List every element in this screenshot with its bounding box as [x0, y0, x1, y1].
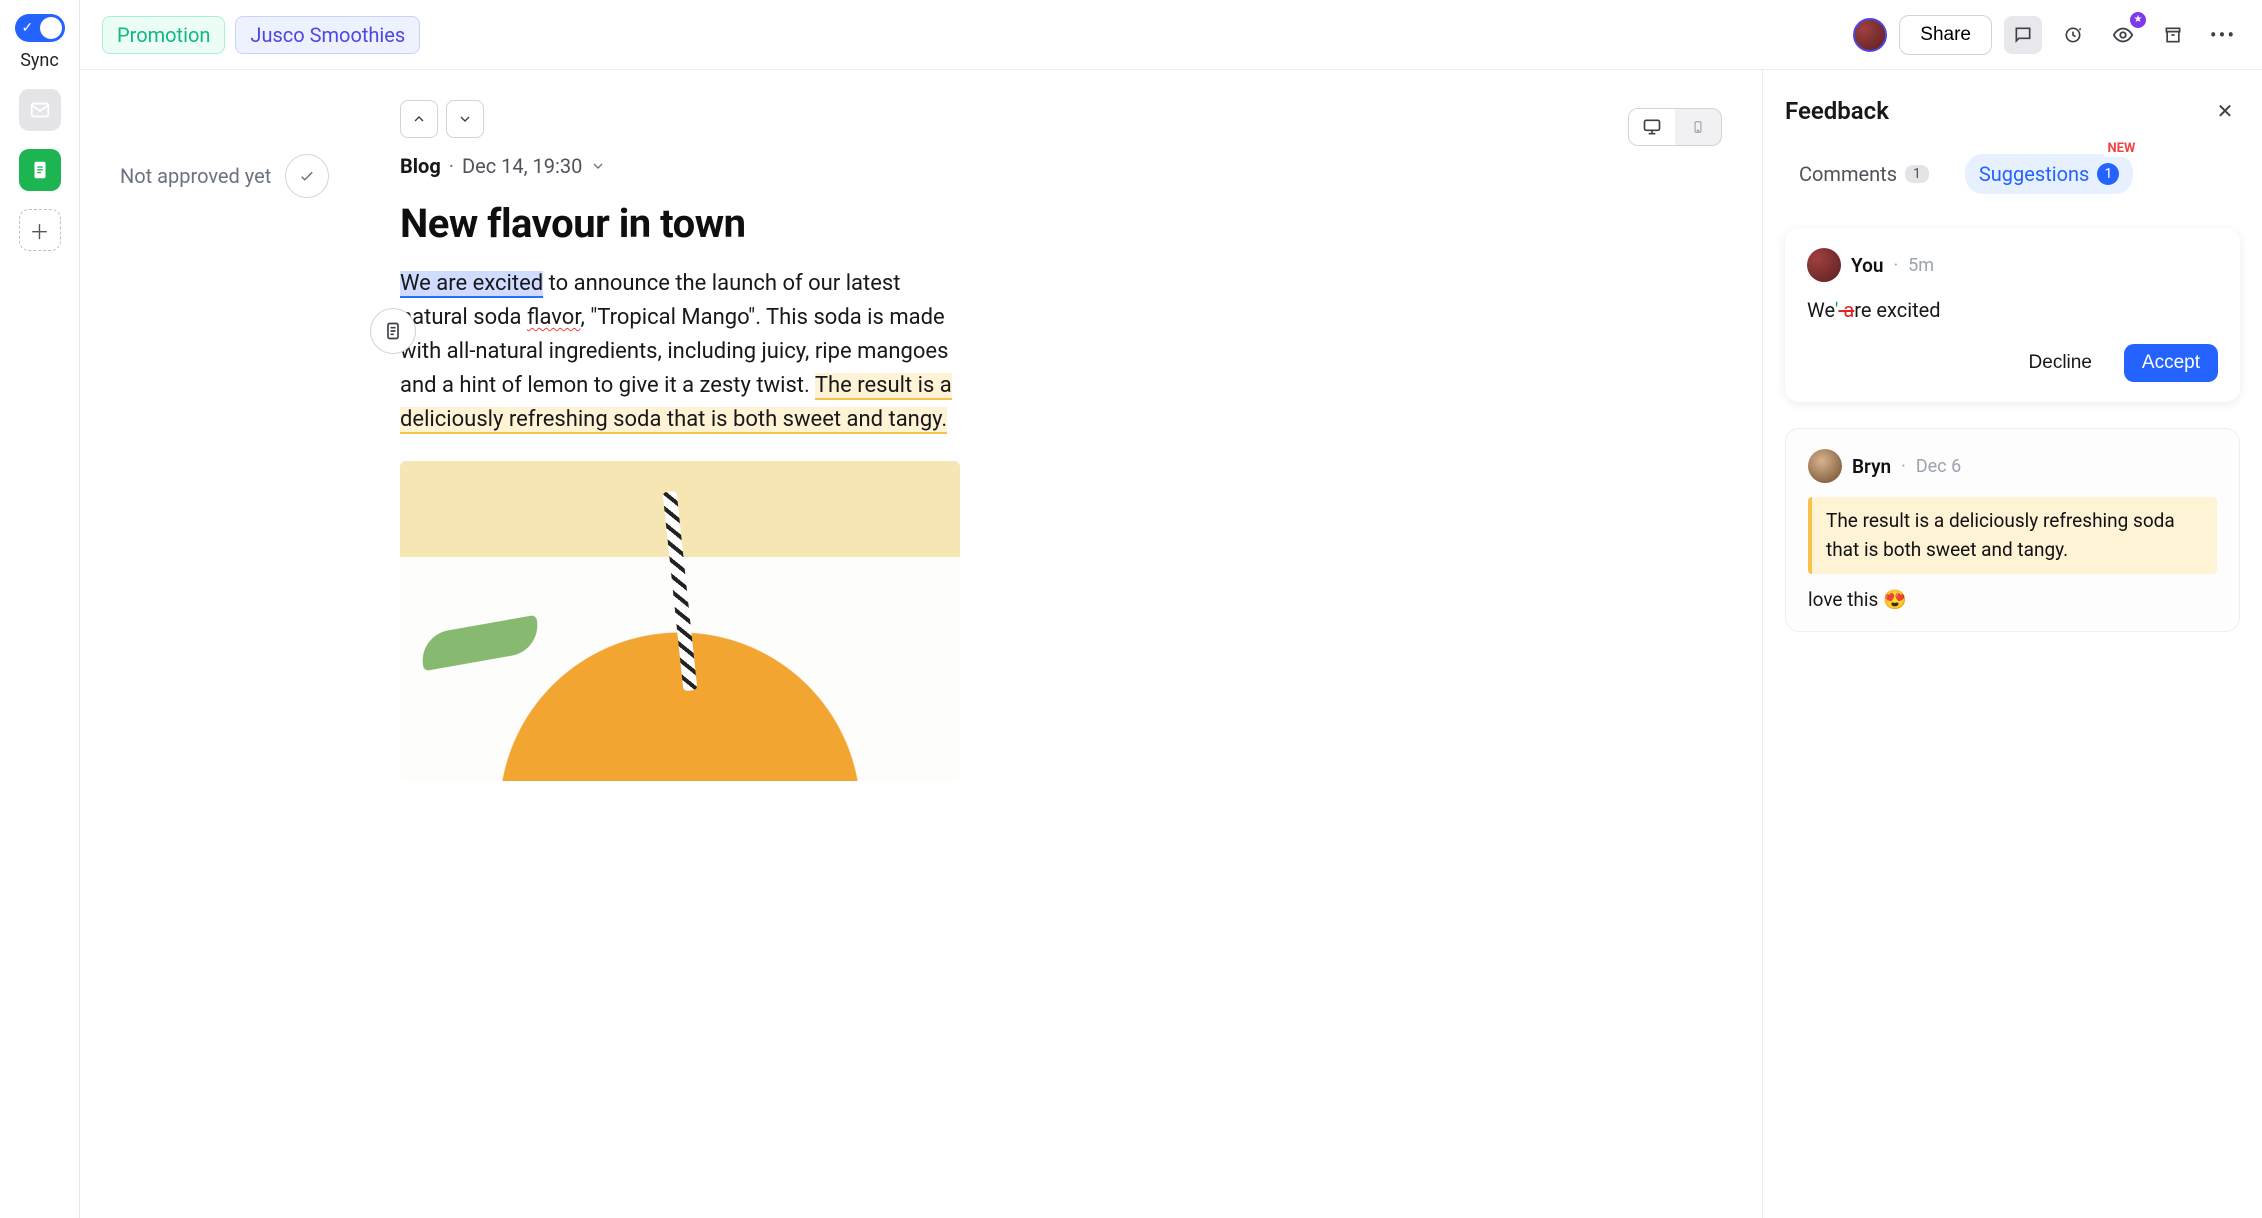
add-button[interactable]: ＋ [19, 209, 61, 251]
archive-button[interactable] [2154, 16, 2192, 54]
comment-time: Dec 6 [1916, 456, 1961, 477]
sync-label: Sync [20, 50, 59, 71]
desktop-icon [1642, 117, 1662, 137]
top-bar: Promotion Jusco Smoothies Share ★ •• [80, 0, 2262, 70]
suggestion-diff: We' are excited [1807, 298, 2218, 322]
post-meta[interactable]: Blog · Dec 14, 19:30 [400, 154, 1582, 178]
check-icon [298, 167, 316, 185]
top-right: Share ★ ••• [1853, 15, 2242, 55]
suggestion-time: 5m [1908, 255, 1934, 276]
meta-separator: · [1901, 456, 1906, 477]
dots-icon: ••• [2210, 23, 2236, 47]
avatar [1808, 449, 1842, 483]
post-body[interactable]: We are excited to announce the launch of… [400, 267, 960, 437]
tab-count: 1 [2097, 163, 2119, 185]
feedback-tabs: Comments 1 Suggestions 1 NEW [1785, 154, 2240, 194]
feedback-panel: Feedback ✕ Comments 1 Suggestions 1 NEW … [1762, 70, 2262, 1218]
device-desktop[interactable] [1629, 109, 1675, 145]
spellcheck-word[interactable]: flavor [527, 305, 580, 330]
device-mobile[interactable] [1675, 109, 1721, 145]
eye-icon [2112, 24, 2134, 46]
document-icon [29, 159, 51, 181]
check-icon: ✓ [22, 20, 34, 36]
more-button[interactable]: ••• [2204, 16, 2242, 54]
document-icon [383, 321, 403, 341]
toggle-knob [40, 17, 62, 39]
mail-button[interactable] [19, 89, 61, 131]
next-button[interactable] [446, 100, 484, 138]
chat-icon [2013, 25, 2033, 45]
tag-promotion[interactable]: Promotion [102, 16, 225, 54]
prev-button[interactable] [400, 100, 438, 138]
chevron-up-icon [411, 111, 427, 127]
feedback-toggle[interactable] [2004, 16, 2042, 54]
hero-image[interactable] [400, 461, 960, 781]
post-date: Dec 14, 19:30 [462, 154, 582, 178]
star-badge-icon: ★ [2130, 12, 2146, 28]
suggestion-card: You · 5m We' are excited Decline Accept [1785, 228, 2240, 402]
history-button[interactable] [2054, 16, 2092, 54]
device-toggle [1628, 108, 1722, 146]
history-icon [2063, 25, 2083, 45]
sync-toggle[interactable]: ✓ [15, 14, 65, 42]
meta-separator: · [449, 154, 454, 178]
avatar[interactable] [1853, 18, 1887, 52]
post-title[interactable]: New flavour in town [400, 200, 1582, 247]
tag-client[interactable]: Jusco Smoothies [235, 16, 420, 54]
comment-author: Bryn [1852, 455, 1891, 478]
panel-title: Feedback [1785, 97, 1889, 125]
highlight-suggestion[interactable]: We are excited [400, 271, 543, 298]
chevron-down-icon [590, 158, 606, 174]
chevron-down-icon [457, 111, 473, 127]
close-button[interactable]: ✕ [2210, 96, 2240, 126]
decline-button[interactable]: Decline [2011, 344, 2110, 382]
approve-button[interactable] [285, 154, 329, 198]
tab-suggestions[interactable]: Suggestions 1 NEW [1965, 154, 2133, 194]
approval-status: Not approved yet [120, 164, 271, 188]
meta-separator: · [1893, 255, 1898, 276]
comment-body: love this 😍 [1808, 588, 2217, 611]
new-badge: NEW [2102, 140, 2142, 157]
share-button[interactable]: Share [1899, 15, 1992, 55]
comment-card: Bryn · Dec 6 The result is a deliciously… [1785, 428, 2240, 632]
tab-label: Comments [1799, 162, 1897, 186]
mail-icon [29, 99, 51, 121]
plus-icon: ＋ [30, 216, 50, 245]
post-type: Blog [400, 154, 441, 178]
editor: Not approved yet Blog · Dec 14, 19:30 N [80, 70, 1762, 1218]
close-icon: ✕ [2217, 99, 2234, 123]
comment-quote: The result is a deliciously refreshing s… [1808, 497, 2217, 574]
tab-label: Suggestions [1979, 162, 2089, 186]
avatar [1807, 248, 1841, 282]
document-button[interactable] [19, 149, 61, 191]
preview-button[interactable]: ★ [2104, 16, 2142, 54]
suggestion-author: You [1851, 254, 1883, 277]
tab-comments[interactable]: Comments 1 [1785, 154, 1943, 194]
archive-icon [2163, 25, 2183, 45]
left-rail: ✓ Sync ＋ [0, 0, 80, 1218]
deletion: a [1838, 298, 1854, 322]
document-indicator[interactable] [370, 308, 416, 354]
mobile-icon [1691, 117, 1705, 137]
accept-button[interactable]: Accept [2124, 344, 2218, 382]
tab-count: 1 [1905, 165, 1929, 183]
